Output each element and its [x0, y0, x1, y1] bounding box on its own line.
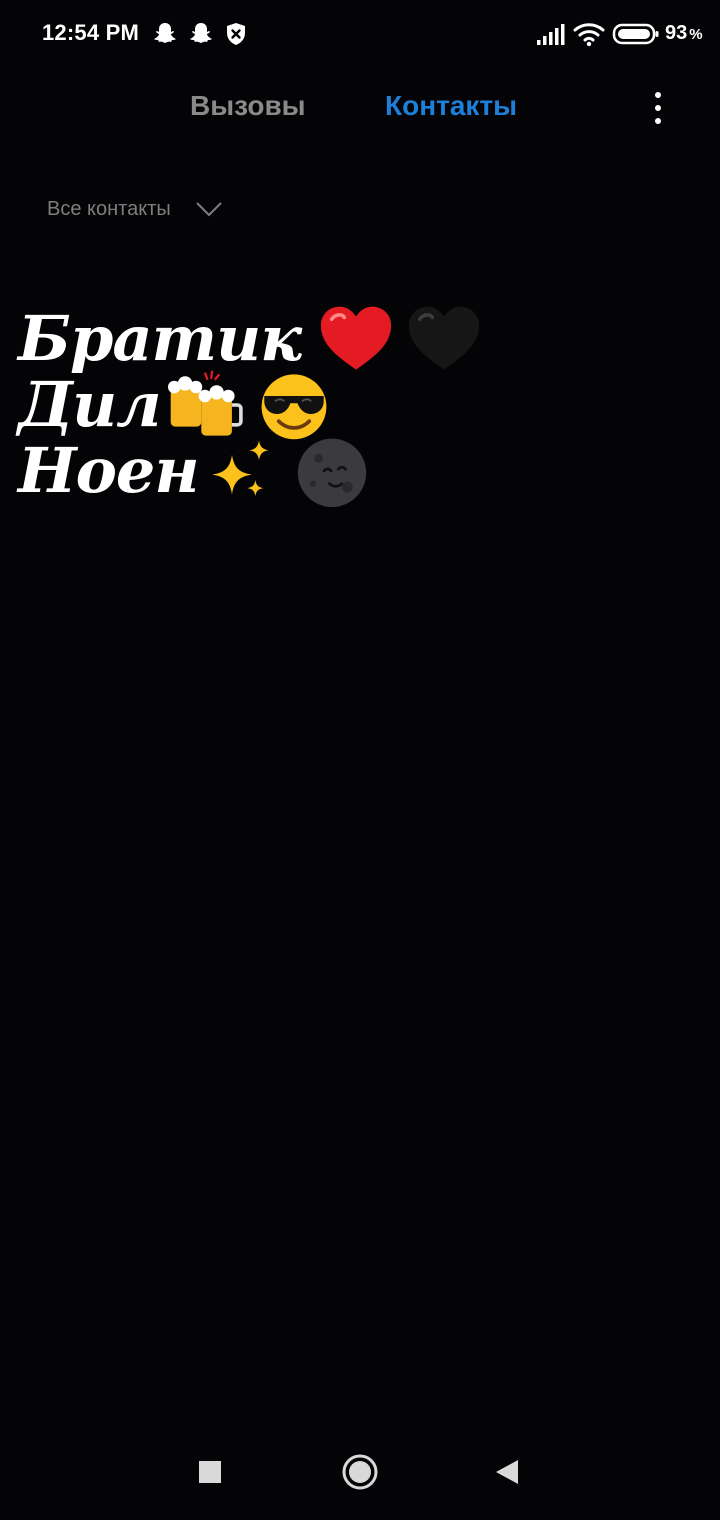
snapchat-icon	[154, 23, 176, 43]
filter-label: Все контакты	[47, 197, 171, 220]
black-heart-icon	[409, 306, 480, 370]
status-time: 12:54 PM	[42, 20, 139, 45]
beer-mugs-icon	[167, 370, 243, 436]
shield-icon	[227, 23, 245, 45]
battery-icon	[612, 23, 659, 45]
tab-calls[interactable]: Вызовы	[190, 90, 306, 130]
battery-percentage: 93%	[665, 22, 703, 45]
contact-name: Дил	[18, 368, 162, 441]
home-circle-icon[interactable]	[338, 1450, 382, 1494]
red-heart-icon	[321, 306, 392, 370]
battery-value: 93	[665, 22, 688, 44]
contacts-filter-dropdown[interactable]: Все контакты	[47, 194, 223, 224]
list-item[interactable]: Ноен	[18, 434, 578, 507]
contact-list: Братик Дил Ноен	[18, 306, 578, 507]
back-triangle-icon[interactable]	[490, 1450, 522, 1494]
sparkles-icon	[211, 440, 269, 497]
recents-square-icon[interactable]	[194, 1450, 226, 1494]
contact-name: Братик	[18, 302, 302, 375]
more-options-button[interactable]	[642, 88, 674, 128]
more-vertical-icon	[655, 92, 661, 98]
sunglasses-face-icon	[261, 374, 326, 440]
contact-name: Ноен	[18, 434, 200, 507]
wifi-icon	[573, 23, 605, 47]
tab-contacts[interactable]: Контакты	[385, 90, 517, 130]
snapchat-icon	[190, 23, 212, 43]
list-item[interactable]: Братик	[18, 306, 578, 372]
contacts-screen: 12:54 PM 93% Вызовы Контакты Все контакт…	[0, 0, 720, 1520]
list-item[interactable]: Дил	[18, 368, 578, 441]
status-bar: 12:54 PM 93%	[0, 0, 720, 70]
signal-icon	[537, 24, 565, 45]
battery-unit: %	[689, 26, 703, 43]
new-moon-face-icon	[297, 438, 366, 507]
chevron-down-icon	[196, 202, 222, 217]
